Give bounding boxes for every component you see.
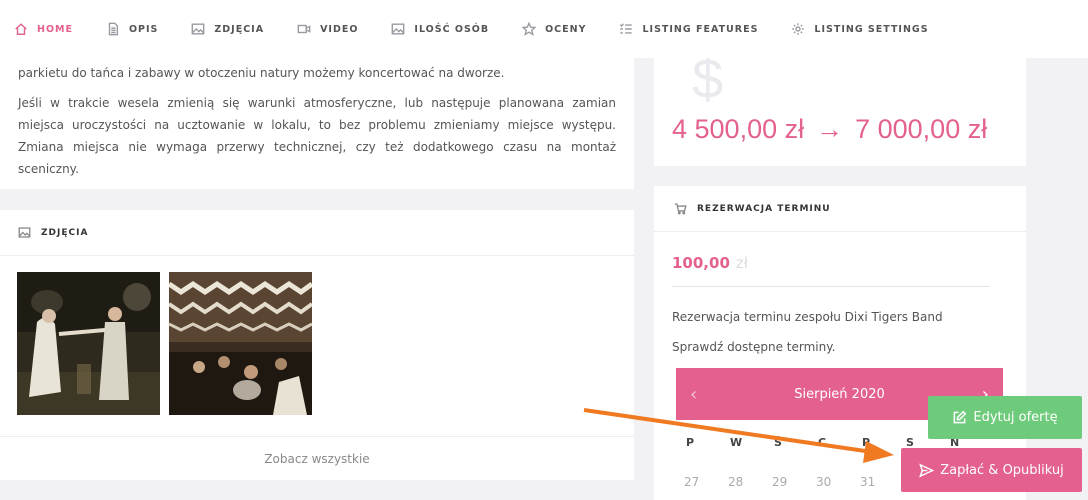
listing-nav: HOME OPIS ZDJĘCIA VIDEO ILOŚĆ OSÓB OCENY… [0, 0, 1088, 58]
photos-card: ZDJĘCIA Zobacz wszystkie [0, 210, 634, 480]
price-range-card: $ 4 500,00 zł → 7 000,00 zł [654, 58, 1026, 166]
booking-price-value: 100,00 [672, 254, 730, 272]
dollar-icon: $ [692, 58, 724, 110]
nav-item-listing-settings[interactable]: LISTING SETTINGS [791, 22, 928, 36]
photo-thumbnail-dancing-couple[interactable] [17, 272, 160, 415]
image-icon [192, 23, 205, 35]
nav-item-zdjecia[interactable]: ZDJĘCIA [191, 22, 264, 36]
weekday: P [862, 436, 871, 449]
calendar-day[interactable]: 27 [684, 475, 728, 489]
nav-item-listing-features[interactable]: LISTING FEATURES [619, 22, 758, 36]
calendar-day[interactable]: 29 [772, 475, 816, 489]
star-icon [522, 22, 537, 36]
nav-item-oceny[interactable]: OCENY [522, 22, 586, 36]
calendar-day[interactable]: 31 [860, 475, 904, 489]
nav-item-home[interactable]: HOME [14, 22, 73, 36]
send-icon [919, 462, 935, 478]
wedding-hall-photo [169, 272, 312, 415]
see-all-photos-link[interactable]: Zobacz wszystkie [0, 436, 634, 480]
price-range: 4 500,00 zł → 7 000,00 zł [672, 114, 987, 145]
nav-item-opis[interactable]: OPIS [106, 22, 158, 36]
weekday: Ś [774, 436, 782, 449]
booking-title: REZERWACJA TERMINU [697, 203, 831, 214]
image-icon [18, 227, 31, 238]
pay-publish-label: Zapłać & Opublikuj [940, 462, 1064, 478]
nav-label: LISTING SETTINGS [814, 23, 929, 35]
nav-label: OCENY [545, 23, 587, 35]
weekday: P [686, 436, 695, 449]
nav-label: LISTING FEATURES [642, 23, 759, 35]
cart-icon [674, 203, 687, 215]
nav-label: OPIS [128, 23, 159, 35]
dancing-couple-photo [17, 272, 160, 415]
nav-item-ilosc-osob[interactable]: ILOŚĆ OSÓB [391, 22, 489, 36]
home-icon [15, 23, 27, 35]
booking-header: REZERWACJA TERMINU [654, 186, 1026, 232]
weekday: C [818, 436, 827, 449]
weekday: W [730, 436, 743, 449]
booking-description: Rezerwacja terminu zespołu Dixi Tigers B… [672, 310, 943, 324]
gear-icon [792, 23, 805, 35]
description-line: parkietu do tańca i zabawy w otoczeniu n… [18, 66, 505, 80]
divider [672, 286, 990, 287]
pay-publish-button[interactable]: Zapłać & Opublikuj [901, 448, 1082, 492]
checklist-icon [620, 23, 633, 34]
edit-offer-button[interactable]: Edytuj ofertę [928, 396, 1082, 439]
calendar-prev-button[interactable]: ‹ [690, 384, 697, 405]
booking-price: 100,00 zł [672, 254, 748, 272]
calendar-day[interactable]: 30 [816, 475, 860, 489]
nav-label: ZDJĘCIA [214, 23, 265, 35]
booking-availability-text: Sprawdź dostępne terminy. [672, 340, 836, 354]
booking-price-currency: zł [735, 254, 749, 272]
photos-title: ZDJĘCIA [41, 227, 89, 238]
nav-label: VIDEO [320, 23, 359, 35]
document-icon [108, 22, 119, 36]
nav-label: HOME [37, 23, 73, 35]
price-from: 4 500,00 zł [672, 114, 805, 144]
nav-label: ILOŚĆ OSÓB [414, 23, 490, 35]
photo-gallery [0, 256, 634, 415]
description-card: parkietu do tańca i zabawy w otoczeniu n… [0, 58, 634, 189]
photos-header: ZDJĘCIA [0, 210, 634, 256]
edit-icon [953, 410, 967, 424]
calendar-day[interactable]: 28 [728, 475, 772, 489]
calendar-month: Sierpień 2020 [794, 386, 885, 402]
arrow-right-icon: → [816, 114, 844, 144]
photo-thumbnail-wedding-hall[interactable] [169, 272, 312, 415]
price-to: 7 000,00 zł [855, 114, 988, 144]
video-icon [297, 24, 311, 34]
nav-item-video[interactable]: VIDEO [297, 22, 358, 36]
description-paragraph: Jeśli w trakcie wesela zmienią się warun… [18, 96, 616, 176]
image-icon [392, 23, 405, 35]
edit-offer-label: Edytuj ofertę [973, 410, 1058, 425]
